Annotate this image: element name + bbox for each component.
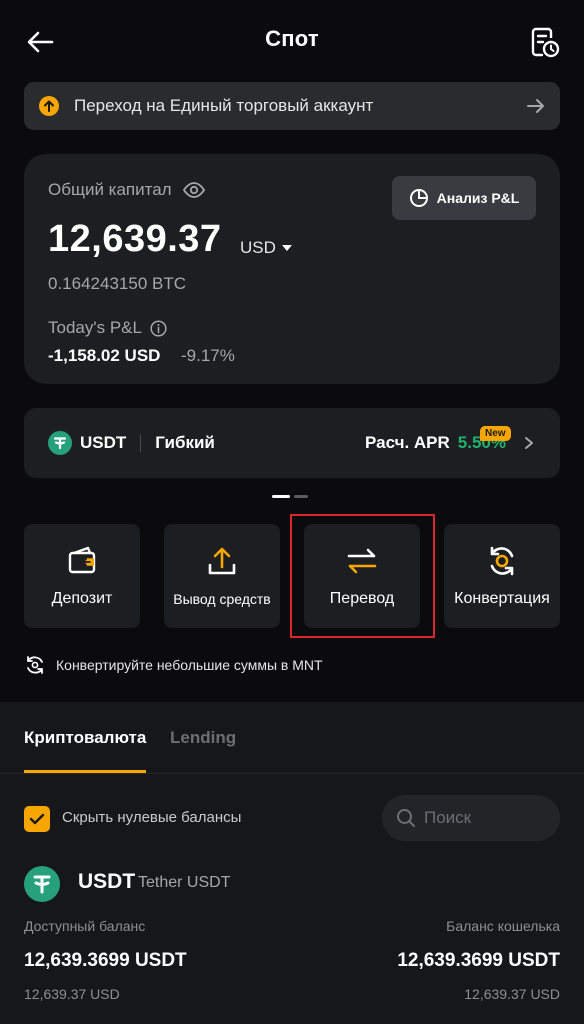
transfer-highlight-box	[290, 514, 435, 638]
pnl-analysis-button[interactable]: Анализ P&L	[392, 176, 536, 220]
carousel-dot-active	[272, 495, 290, 498]
info-icon[interactable]	[150, 319, 167, 337]
carousel-indicator	[272, 495, 308, 498]
deposit-button[interactable]: Депозит	[24, 524, 140, 628]
wallet-balance-label: Баланс кошелька	[446, 918, 560, 934]
usdt-flexible-savings-bar[interactable]: USDT Гибкий Расч. APR 5.50% New	[24, 408, 560, 478]
asset-symbol[interactable]: USDT	[78, 870, 135, 894]
banner-text: Переход на Единый торговый аккаунт	[74, 96, 374, 115]
available-balance-usd: 12,639.37 USD	[24, 986, 120, 1002]
pnl-analysis-label: Анализ P&L	[436, 190, 520, 206]
upload-icon	[208, 547, 236, 575]
withdraw-button[interactable]: Вывод средств	[164, 524, 280, 628]
tab-crypto[interactable]: Криптовалюта	[24, 728, 146, 748]
todays-pnl-value: -1,158.02 USD	[48, 346, 161, 365]
convert-label: Конвертация	[454, 590, 550, 607]
search-icon	[397, 809, 415, 827]
upgrade-arrow-icon	[39, 96, 59, 116]
convert-hint-text: Конвертируйте небольшие суммы в MNT	[56, 657, 323, 673]
currency-selector[interactable]: USD	[240, 238, 292, 258]
divider	[140, 434, 142, 452]
arrow-right-icon	[527, 99, 544, 113]
assets-panel	[0, 702, 584, 1024]
tabs-divider	[0, 773, 584, 774]
wallet-deposit-icon	[68, 546, 96, 574]
chevron-right-icon	[525, 437, 533, 449]
tether-coin-icon	[24, 866, 60, 902]
convert-cycle-icon	[490, 546, 514, 576]
todays-pnl-label: Today's P&L	[48, 318, 142, 337]
order-history-icon	[531, 27, 560, 58]
currency-label: USD	[240, 238, 276, 257]
order-history-button[interactable]	[524, 22, 564, 62]
asset-name: Tether USDT	[138, 874, 231, 891]
total-capital-card: Общий капитал Анализ P&L 12,639.37 USD 0…	[24, 154, 560, 384]
available-balance-label: Доступный баланс	[24, 918, 146, 934]
caret-down-icon	[281, 245, 292, 251]
hide-zero-balances-checkbox[interactable]	[24, 806, 50, 832]
carousel-dot	[294, 495, 308, 498]
search-input[interactable]	[424, 808, 544, 828]
checkmark-icon	[29, 813, 45, 825]
search-box[interactable]	[382, 795, 560, 841]
earn-asset: USDT	[80, 433, 127, 452]
tab-lending[interactable]: Lending	[170, 728, 236, 748]
new-badge: New	[480, 426, 511, 441]
small-balance-convert-link[interactable]: Конвертируйте небольшие суммы в MNT	[24, 654, 323, 676]
earn-kind: Гибкий	[155, 433, 215, 452]
convert-small-icon	[27, 656, 43, 674]
withdraw-label: Вывод средств	[173, 591, 271, 607]
hide-zero-balances-label: Скрыть нулевые балансы	[62, 809, 242, 826]
eye-icon[interactable]	[182, 178, 206, 202]
wallet-balance-value: 12,639.3699 USDT	[397, 950, 560, 971]
page-title: Спот	[265, 26, 319, 51]
wallet-balance-usd: 12,639.37 USD	[464, 986, 560, 1002]
pie-chart-icon	[409, 189, 428, 207]
total-capital-label: Общий капитал	[48, 180, 172, 199]
convert-button[interactable]: Конвертация	[444, 524, 560, 628]
available-balance-value: 12,639.3699 USDT	[24, 950, 187, 971]
todays-pnl-percent: -9.17%	[181, 346, 235, 365]
apr-label: Расч. APR	[365, 433, 450, 452]
deposit-label: Депозит	[51, 590, 113, 607]
unified-account-banner[interactable]: Переход на Единый торговый аккаунт	[24, 82, 560, 130]
total-capital-amount: 12,639.37	[48, 218, 222, 260]
tether-coin-icon	[48, 431, 72, 455]
btc-equivalent: 0.164243150 BTC	[48, 274, 186, 293]
